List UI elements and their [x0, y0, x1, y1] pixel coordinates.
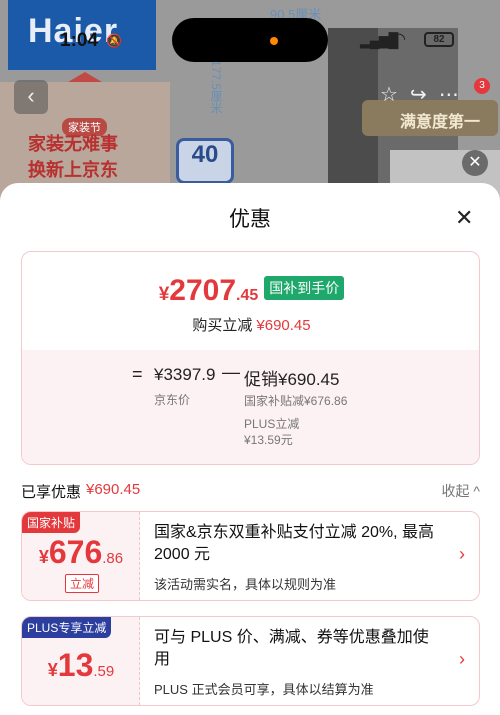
- share-icon[interactable]: ↪: [410, 84, 427, 106]
- subsidy-price-tag: 国补到手价: [264, 276, 345, 300]
- cart-badge: 3: [474, 78, 490, 94]
- battery-icon: 82: [424, 32, 454, 47]
- reduce-amount: ¥690.45: [256, 317, 311, 334]
- coupon-currency: ¥: [47, 660, 58, 680]
- coupon-tag: PLUS专享立减: [22, 617, 112, 638]
- coupon-amount: ¥676.86: [22, 534, 140, 571]
- minus-sign: —: [222, 362, 240, 382]
- price-card: ¥2707.45 国补到手价 购买立减 ¥690.45 = ¥3397.9 — 促销…: [21, 251, 480, 465]
- coupon-plus-reduce[interactable]: PLUS专享立减 ¥13.59 可与 PLUS 价、满减、券等优惠叠加使用 PL…: [21, 616, 480, 706]
- plus-reduce-detail: PLUS立减: [244, 417, 300, 431]
- national-subsidy-detail: 国家补贴减¥676.86: [244, 394, 348, 408]
- sheet-title: 优惠: [229, 208, 271, 231]
- enjoyed-amount: ¥690.45: [86, 481, 141, 498]
- collapse-button[interactable]: 收起 ^: [442, 481, 480, 501]
- reduce-label: 购买立减: [192, 317, 253, 334]
- favorite-icon[interactable]: ☆: [380, 84, 398, 106]
- recording-dot-icon: [270, 37, 278, 45]
- close-icon[interactable]: ✕: [455, 205, 473, 231]
- price-breakdown: = ¥3397.9 — 促销¥690.45 京东价 国家补贴减¥676.86 P…: [22, 350, 479, 464]
- equals-sign: =: [132, 364, 143, 384]
- purchase-reduce-line: 购买立减 ¥690.45: [22, 314, 479, 335]
- coupon-description: PLUS 正式会员可享，具体以结算为准: [154, 682, 374, 697]
- enjoyed-label: 已享优惠: [21, 484, 82, 501]
- base-price: ¥3397.9: [154, 365, 216, 384]
- plus-reduce-amount: ¥13.59元: [244, 433, 293, 447]
- enjoyed-discount-row: 已享优惠 ¥690.45 收起 ^: [21, 481, 480, 501]
- promo-line-2: 换新上京东: [28, 160, 118, 180]
- coupon-tag: 国家补贴: [22, 512, 81, 533]
- coupon-amount-panel: PLUS专享立减 ¥13.59: [22, 617, 140, 705]
- badge-40: 40: [176, 138, 234, 184]
- coupon-amount-integer: 13: [57, 647, 94, 683]
- wifi-icon: ◠: [392, 31, 406, 48]
- image-close-icon[interactable]: ✕: [462, 150, 488, 176]
- height-dimension: 177.5厘米: [209, 60, 223, 115]
- coupon-title: 可与 PLUS 价、满减、券等优惠叠加使用: [154, 629, 429, 668]
- more-icon[interactable]: ⋯: [439, 84, 459, 106]
- status-time: 1:04: [60, 30, 99, 51]
- promo-line-1: 家装无难事: [28, 134, 118, 154]
- mute-icon: 🔕: [106, 33, 123, 48]
- coupon-description: 该活动需实名，具体以规则为准: [154, 577, 337, 592]
- coupon-title: 国家&京东双重补贴支付立减 20%, 最高 2000 元: [154, 524, 435, 563]
- base-price-label: 京东价: [154, 393, 191, 407]
- coupon-amount-decimal: .59: [93, 663, 115, 680]
- price-integer: 2707: [169, 274, 237, 307]
- coupon-amount-panel: 国家补贴 ¥676.86 立减: [22, 512, 140, 600]
- coupon-amount-decimal: .86: [102, 550, 124, 567]
- promo-total: 促销¥690.45: [244, 370, 340, 389]
- dynamic-island: [172, 18, 328, 62]
- coupon-amount: ¥13.59: [22, 647, 140, 684]
- final-price: ¥2707.45 国补到手价: [22, 274, 479, 308]
- coupon-amount-integer: 676: [48, 534, 103, 570]
- back-button[interactable]: ‹: [14, 80, 48, 114]
- coupon-sub-label: 立减: [65, 574, 100, 593]
- chevron-right-icon: ›: [459, 544, 465, 564]
- discount-sheet: 优惠 ✕ ¥2707.45 国补到手价 购买立减 ¥690.45 = ¥3397.9…: [0, 183, 500, 715]
- price-decimal: .45: [236, 287, 259, 304]
- currency-symbol: ¥: [158, 284, 170, 305]
- nav-actions: ☆ ↪ ⋯: [380, 82, 471, 107]
- coupon-national-subsidy[interactable]: 国家补贴 ¥676.86 立减 国家&京东双重补贴支付立减 20%, 最高 20…: [21, 511, 480, 601]
- coupon-currency: ¥: [38, 547, 49, 567]
- chevron-right-icon: ›: [459, 649, 465, 669]
